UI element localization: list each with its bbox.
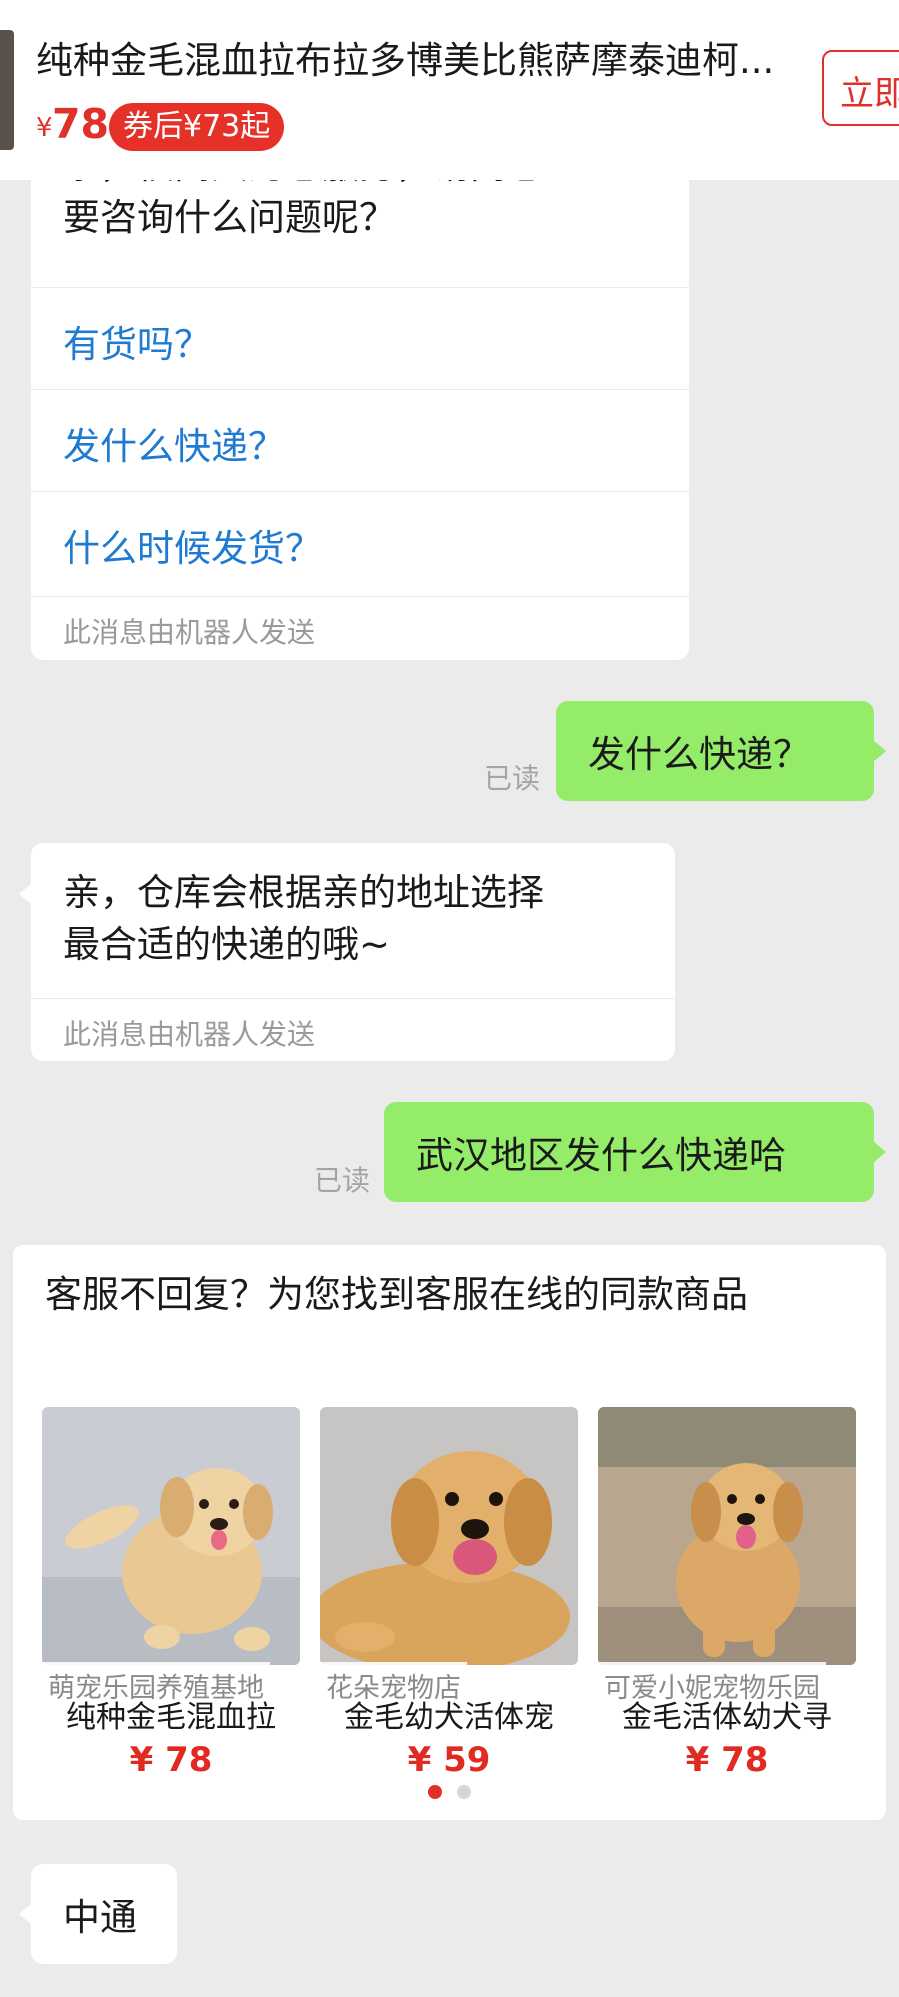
user-message-text: 发什么快递？ <box>588 733 810 776</box>
bot-footer-text: 此消息由机器人发送 <box>63 616 316 649</box>
product-image[interactable] <box>42 1407 300 1665</box>
quick-question-label: 有货吗？ <box>63 323 211 366</box>
product-price: ¥ 78 <box>685 1740 769 1780</box>
buy-now-button[interactable]: 立即 <box>822 50 899 126</box>
recommendation-title: 客服不回复？为您找到客服在线的同款商品 <box>45 1273 748 1316</box>
read-status: 已读 <box>484 762 541 795</box>
product-card[interactable]: 花朵宠物店 金毛幼犬活体宠 ¥ 59 <box>320 1407 578 1780</box>
seller-reply-message: 中通 <box>19 1864 177 1964</box>
product-name[interactable]: 金毛幼犬活体宠 <box>310 1692 588 1736</box>
carousel-dot[interactable] <box>457 1785 471 1799</box>
product-thumbnail[interactable] <box>0 30 14 150</box>
coupon-badge: 券后¥73起 <box>109 103 285 151</box>
product-name[interactable]: 纯种金毛混血拉 <box>32 1692 310 1736</box>
quick-question-courier[interactable]: 发什么快递？ <box>31 389 689 492</box>
read-status: 已读 <box>314 1164 371 1197</box>
product-image[interactable] <box>320 1407 578 1665</box>
price-currency: ¥ <box>36 113 53 143</box>
quick-question-ship-time[interactable]: 什么时候发货？ <box>31 491 689 594</box>
bot-footer-text: 此消息由机器人发送 <box>63 1018 316 1051</box>
quick-question-label: 什么时候发货？ <box>63 527 322 570</box>
product-card[interactable]: 萌宠乐园养殖基地 纯种金毛混血拉 ¥ 78 <box>42 1407 300 1780</box>
product-title[interactable]: 纯种金毛混血拉布拉多博美比熊萨摩泰迪柯... <box>36 30 774 84</box>
product-header[interactable]: 纯种金毛混血拉布拉多博美比熊萨摩泰迪柯... ¥ 78 券后¥73起 立即 <box>0 0 899 180</box>
user-message-text: 武汉地区发什么快递哈 <box>416 1134 786 1177</box>
similar-products-card: 客服不回复？为您找到客服在线的同款商品 萌宠乐园养殖基地 纯种金毛混血拉 ¥ 7 <box>13 1245 886 1820</box>
product-price: ¥ 78 <box>129 1740 213 1780</box>
product-price: 78 <box>52 100 110 148</box>
puppy-image <box>320 1407 578 1665</box>
product-image[interactable] <box>598 1407 856 1665</box>
seller-reply-text: 中通 <box>63 1896 137 1939</box>
puppy-image <box>598 1407 856 1665</box>
user-message[interactable]: 发什么快递？ <box>556 701 886 801</box>
product-price: ¥ 59 <box>407 1740 491 1780</box>
quick-question-in-stock[interactable]: 有货吗？ <box>31 287 689 390</box>
bot-message-text-line-2: 要咨询什么问题呢？ <box>63 196 396 239</box>
buy-now-label: 立即 <box>840 74 899 114</box>
carousel-dot-active[interactable] <box>428 1785 442 1799</box>
bot-message-text-line-2: 最合适的快递的哦~ <box>63 923 391 966</box>
bubble-tail <box>873 1141 886 1163</box>
product-card[interactable]: 可爱小妮宠物乐园 金毛活体幼犬寻 ¥ 78 <box>598 1407 856 1780</box>
bot-message-options: 亲，很高兴为您服务，请问您 要咨询什么问题呢？ 有货吗？ 发什么快递？ 什么时候… <box>31 144 689 660</box>
product-name[interactable]: 金毛活体幼犬寻 <box>588 1692 866 1736</box>
bot-footer: 此消息由机器人发送 <box>31 998 675 1061</box>
puppy-image <box>42 1407 300 1665</box>
bot-message: 亲，仓库会根据亲的地址选择 最合适的快递的哦~ 此消息由机器人发送 <box>19 843 675 1061</box>
bubble-tail <box>19 1903 32 1925</box>
quick-question-label: 发什么快递？ <box>63 425 285 468</box>
user-message[interactable]: 武汉地区发什么快递哈 <box>384 1102 886 1202</box>
bubble-tail <box>19 883 32 905</box>
bot-message-text-line-1: 亲，仓库会根据亲的地址选择 <box>63 871 544 914</box>
bubble-tail <box>873 740 886 762</box>
bot-footer: 此消息由机器人发送 <box>31 596 689 659</box>
